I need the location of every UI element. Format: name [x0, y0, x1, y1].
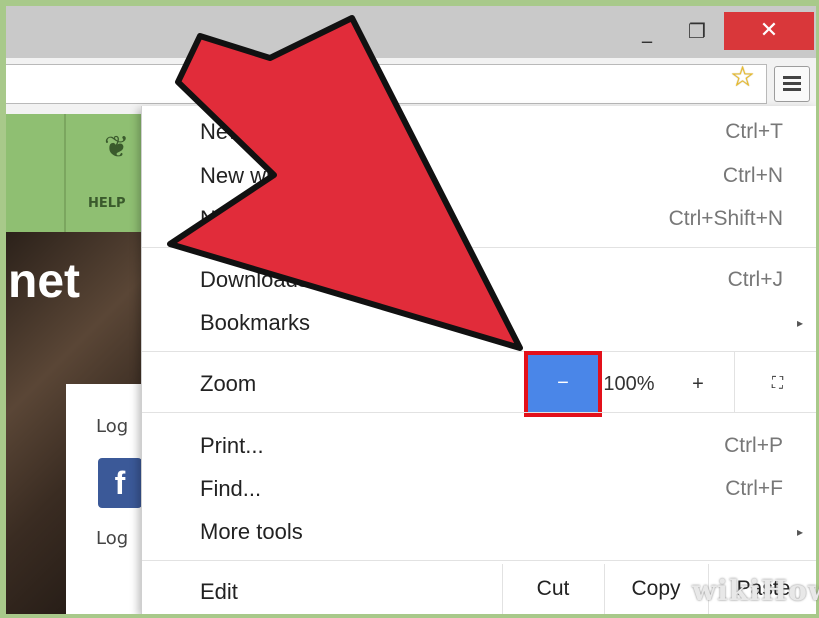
menu-item-print[interactable]: Print... Ctrl+P — [142, 426, 816, 466]
title-bar: _ ❐ ✕ — [6, 6, 816, 58]
chrome-menu-button[interactable] — [774, 66, 810, 102]
wikihow-watermark: wikiHow — [692, 574, 819, 607]
address-bar[interactable] — [6, 64, 767, 104]
close-button[interactable]: ✕ — [724, 12, 814, 50]
zoom-in-button[interactable]: + — [678, 364, 718, 404]
menu-item-shortcut: Ctrl+T — [725, 120, 783, 143]
browser-window: _ ❐ ✕ ☆ ❦ HELP net Log f Log New tab Ctr… — [6, 6, 816, 614]
hamburger-menu-icon — [783, 88, 801, 91]
menu-item-shortcut: Ctrl+F — [725, 477, 783, 500]
fullscreen-button[interactable]: ⛶ — [748, 364, 808, 404]
menu-item-more-tools[interactable]: More tools ▸ — [142, 512, 816, 552]
menu-item-new-window[interactable]: New window Ctrl+N — [142, 156, 816, 196]
menu-separator — [142, 560, 816, 561]
zoom-level: 100% — [603, 373, 655, 395]
hamburger-menu-icon — [783, 76, 801, 79]
maximize-button[interactable]: ❐ — [674, 12, 720, 50]
zoom-label: Zoom — [200, 371, 257, 396]
menu-separator — [142, 351, 816, 352]
menu-item-bookmarks[interactable]: Bookmarks ▸ — [142, 303, 816, 343]
hero-heading: net — [8, 255, 80, 308]
menu-separator — [142, 412, 816, 413]
facebook-login-button[interactable]: f — [98, 458, 142, 508]
menu-item-label: Bookmarks — [200, 310, 311, 335]
hamburger-menu-icon — [783, 82, 801, 85]
cut-button[interactable]: Cut — [502, 564, 603, 614]
menu-item-downloads[interactable]: Downloads Ctrl+J — [142, 260, 816, 300]
minimize-icon: _ — [642, 19, 652, 43]
bookmark-star-icon[interactable]: ☆ — [730, 62, 755, 92]
menu-separator — [142, 247, 816, 248]
menu-item-label: New window — [200, 163, 324, 188]
fullscreen-icon: ⛶ — [771, 375, 785, 392]
menu-item-label: New incognito window — [200, 206, 418, 231]
menu-item-shortcut: Ctrl+N — [722, 164, 783, 187]
zoom-out-button[interactable]: − — [528, 355, 598, 413]
menu-item-shortcut: Ctrl+P — [724, 434, 783, 457]
menu-item-label: More tools — [200, 519, 303, 544]
hero-image: net Log f Log — [6, 232, 146, 614]
menu-item-find[interactable]: Find... Ctrl+F — [142, 469, 816, 509]
menu-item-label: Print... — [200, 433, 264, 458]
nav-help-link[interactable]: HELP — [88, 196, 126, 211]
minimize-button[interactable]: _ — [624, 12, 670, 50]
menu-item-label: Find... — [200, 476, 262, 501]
menu-item-label: New tab — [200, 119, 281, 144]
sprout-icon: ❦ — [104, 130, 130, 165]
login-label: Log — [96, 416, 129, 437]
close-icon: ✕ — [759, 18, 779, 43]
menu-item-new-incognito-window[interactable]: New incognito window Ctrl+Shift+N — [142, 199, 816, 239]
site-nav: ❦ HELP — [6, 114, 146, 232]
zoom-divider — [734, 352, 735, 412]
edit-label: Edit — [200, 579, 238, 604]
submenu-arrow-icon: ▸ — [796, 525, 803, 539]
submenu-arrow-icon: ▸ — [796, 316, 803, 330]
login-panel: Log f Log — [66, 384, 146, 614]
chrome-main-menu: New tab Ctrl+T New window Ctrl+N New inc… — [141, 106, 816, 614]
facebook-icon: f — [114, 465, 126, 501]
menu-item-label: Downloads — [200, 267, 309, 292]
menu-item-shortcut: Ctrl+J — [727, 268, 783, 291]
menu-item-shortcut: Ctrl+Shift+N — [668, 207, 783, 230]
nav-divider — [64, 114, 66, 232]
restore-icon: ❐ — [688, 19, 706, 43]
menu-item-new-tab[interactable]: New tab Ctrl+T — [142, 112, 816, 152]
login-label: Log — [96, 528, 129, 549]
